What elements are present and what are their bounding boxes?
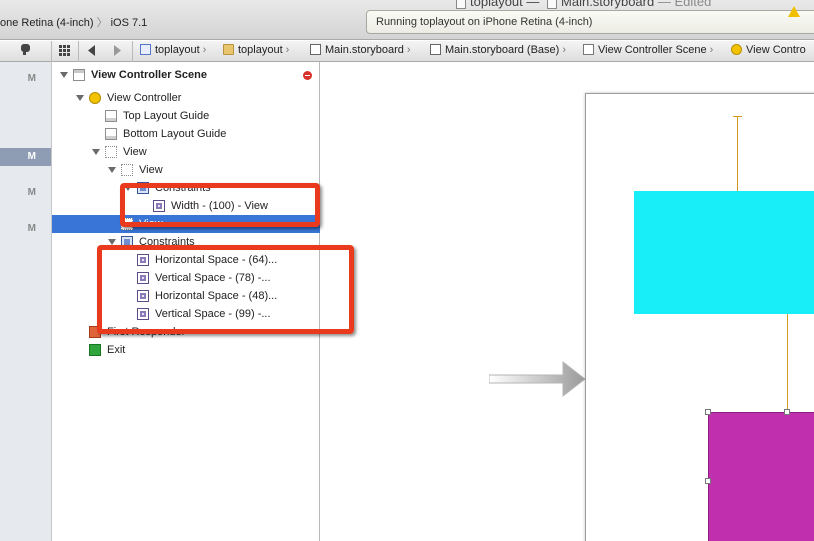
window-title: toplayout — Main.storyboard — Edited bbox=[452, 0, 711, 9]
project-doc-icon bbox=[456, 0, 466, 9]
storyboard-file-icon bbox=[430, 44, 441, 55]
jumpbar-divider bbox=[78, 41, 79, 62]
title-dash-2: — bbox=[657, 0, 675, 9]
magenta-subview[interactable] bbox=[708, 412, 814, 541]
resize-handle[interactable] bbox=[705, 478, 711, 484]
disclosure-triangle-icon[interactable] bbox=[92, 149, 100, 155]
outline-row-label: View bbox=[123, 146, 147, 158]
jumpbar-divider bbox=[51, 41, 52, 62]
related-items-grid-icon[interactable] bbox=[59, 45, 70, 59]
annotation-box-width-constraint bbox=[120, 183, 320, 227]
scene-icon bbox=[73, 69, 85, 81]
view-controller-icon bbox=[731, 44, 742, 55]
folder-icon bbox=[223, 44, 234, 55]
jumpbar-item-group[interactable]: toplayout › bbox=[223, 44, 289, 56]
view-icon bbox=[121, 164, 133, 176]
outline-row-label: Exit bbox=[107, 344, 126, 356]
activity-status-text: Running toplayout on iPhone Retina (4-in… bbox=[376, 16, 593, 28]
scm-modified-marker: M bbox=[27, 73, 36, 84]
outline-row-label: Bottom Layout Guide bbox=[123, 128, 227, 140]
top-vertical-constraint-line bbox=[737, 116, 738, 192]
jump-bar: toplayout › toplayout › Main.storyboard › M… bbox=[0, 41, 814, 62]
initial-view-controller-arrow-icon[interactable] bbox=[489, 360, 595, 400]
outline-row-label: Top Layout Guide bbox=[123, 110, 210, 122]
jumpbar-item-storyboard-base[interactable]: Main.storyboard (Base) › bbox=[430, 44, 566, 56]
view-icon bbox=[105, 146, 117, 158]
jumpbar-item-label: toplayout bbox=[238, 44, 283, 56]
cyan-subview[interactable] bbox=[634, 191, 814, 314]
resize-handle[interactable] bbox=[784, 409, 790, 415]
outline-row-top-layout-guide[interactable]: Top Layout Guide bbox=[52, 107, 320, 125]
scene-icon bbox=[583, 44, 594, 55]
disclosure-triangle-icon[interactable] bbox=[60, 72, 68, 78]
scheme-separator: 〉 bbox=[96, 17, 108, 29]
issue-navigator-icon[interactable] bbox=[20, 43, 31, 59]
outline-row-label: View Controller bbox=[107, 92, 182, 104]
scm-modified-marker[interactable]: M bbox=[0, 148, 51, 166]
window-project-name: toplayout bbox=[470, 0, 523, 9]
resize-handle[interactable] bbox=[705, 409, 711, 415]
chevron-right-icon: › bbox=[202, 44, 207, 56]
outline-row-label: View bbox=[139, 164, 163, 176]
chevron-right-icon: › bbox=[562, 44, 566, 56]
storyboard-file-icon bbox=[310, 44, 321, 55]
jumpbar-item-label: View Contro bbox=[746, 44, 806, 56]
jumpbar-item-view-controller[interactable]: View Contro bbox=[731, 44, 806, 56]
scm-modified-marker: M bbox=[27, 223, 36, 234]
window-file-name: Main.storyboard bbox=[561, 0, 655, 9]
outline-row-view-controller[interactable]: View Controller bbox=[52, 89, 320, 107]
jumpbar-item-label: toplayout bbox=[155, 44, 200, 56]
title-dash: — bbox=[526, 0, 544, 9]
jumpbar-item-storyboard[interactable]: Main.storyboard › bbox=[310, 44, 411, 56]
jumpbar-divider bbox=[132, 41, 133, 62]
outline-row-label: View Controller Scene bbox=[91, 69, 207, 81]
scheme-device-label: one Retina (4-inch) bbox=[0, 17, 94, 29]
disclosure-triangle-icon[interactable] bbox=[76, 95, 84, 101]
jumpbar-item-scene[interactable]: View Controller Scene › bbox=[583, 44, 713, 56]
remove-scene-icon[interactable] bbox=[303, 71, 312, 80]
layout-guide-icon bbox=[105, 110, 117, 122]
project-navigator-strip: M M M M bbox=[0, 62, 52, 541]
project-icon bbox=[140, 44, 151, 55]
chevron-right-icon: › bbox=[709, 44, 714, 56]
outline-row-subview[interactable]: View bbox=[52, 161, 320, 179]
scheme-selector[interactable]: one Retina (4-inch) 〉 iOS 7.1 bbox=[0, 14, 147, 30]
annotation-box-spacing-constraints bbox=[97, 245, 354, 334]
window-edited-state: Edited bbox=[674, 0, 712, 9]
vertical-spacing-constraint-line bbox=[787, 314, 788, 412]
layout-guide-icon bbox=[105, 128, 117, 140]
scheme-os-label: iOS 7.1 bbox=[110, 17, 148, 29]
title-bar: one Retina (4-inch) 〉 iOS 7.1 toplayout — … bbox=[0, 0, 814, 40]
jumpbar-item-label: View Controller Scene bbox=[598, 44, 707, 56]
storyboard-doc-icon bbox=[547, 0, 558, 9]
exit-icon bbox=[89, 344, 101, 356]
warning-icon[interactable] bbox=[788, 6, 800, 17]
jumpbar-item-project[interactable]: toplayout › bbox=[140, 44, 206, 56]
outline-row-view[interactable]: View bbox=[52, 143, 320, 161]
jumpbar-item-label: Main.storyboard (Base) bbox=[445, 44, 560, 56]
disclosure-triangle-icon[interactable] bbox=[108, 167, 116, 173]
outline-row-exit[interactable]: Exit bbox=[52, 341, 320, 359]
view-controller-icon bbox=[89, 92, 101, 104]
jumpbar-item-label: Main.storyboard bbox=[325, 44, 404, 56]
chevron-right-icon: › bbox=[285, 44, 290, 56]
chevron-right-icon: › bbox=[406, 44, 411, 56]
forward-arrow-icon[interactable] bbox=[113, 45, 121, 59]
storyboard-canvas[interactable] bbox=[321, 62, 814, 541]
activity-viewer: Running toplayout on iPhone Retina (4-in… bbox=[366, 10, 814, 34]
outline-row-scene[interactable]: View Controller Scene bbox=[52, 66, 320, 84]
back-arrow-icon[interactable] bbox=[88, 45, 96, 59]
scm-modified-marker: M bbox=[27, 187, 36, 198]
outline-row-bottom-layout-guide[interactable]: Bottom Layout Guide bbox=[52, 125, 320, 143]
